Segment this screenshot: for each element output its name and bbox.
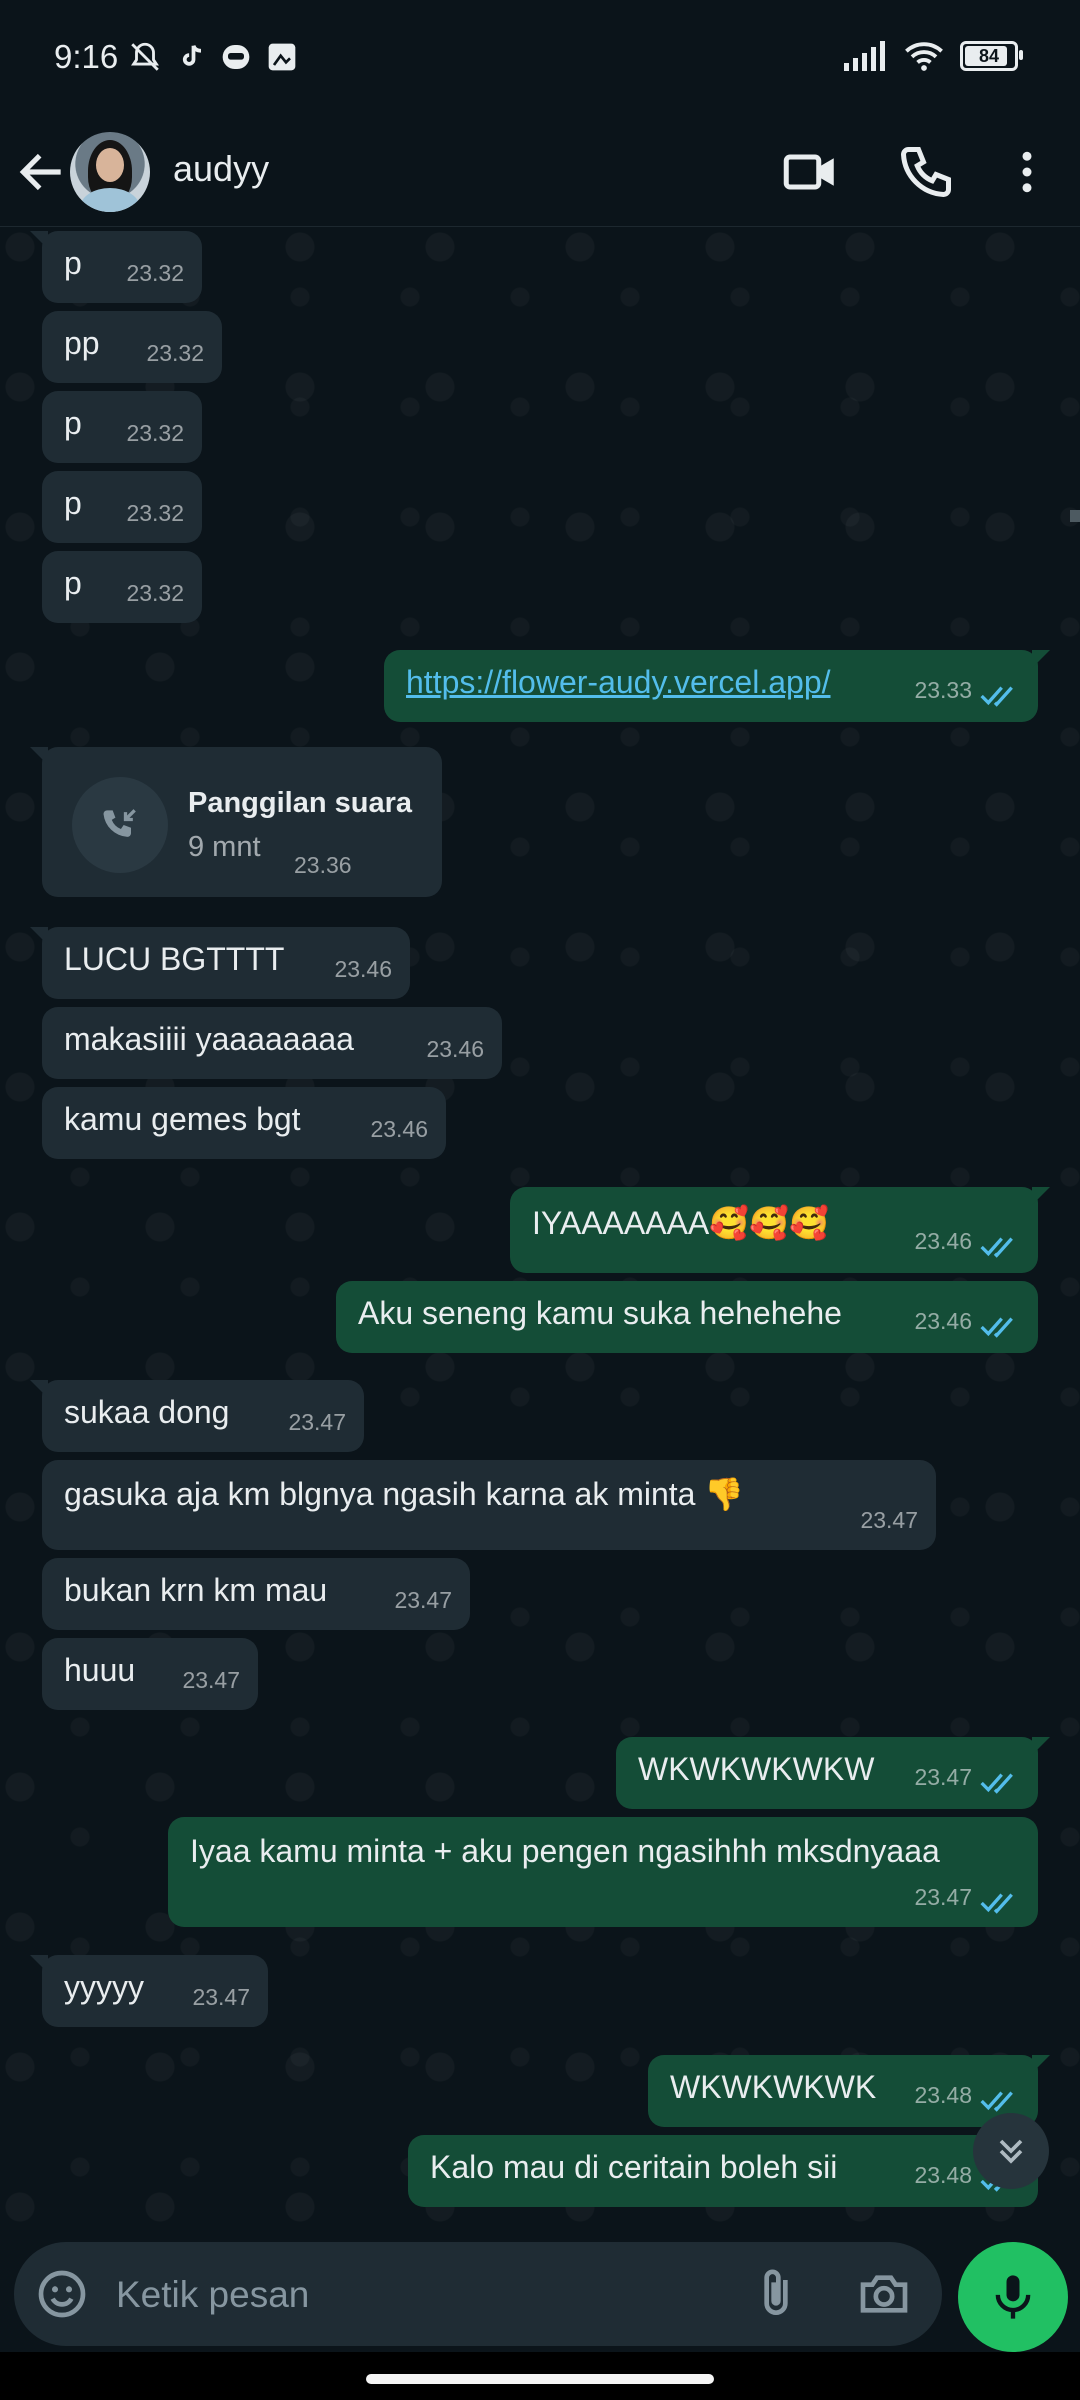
- battery-indicator: 84: [960, 41, 1023, 71]
- voice-call-icon[interactable]: [896, 142, 956, 202]
- message-time: 23.32: [126, 580, 184, 606]
- status-bar: 9:16 84: [0, 0, 1080, 118]
- message-bubble-outgoing[interactable]: WKWKWKWK 23.48: [648, 2055, 1050, 2127]
- message-time: 23.46: [334, 956, 392, 982]
- scroll-to-bottom-button[interactable]: [973, 2113, 1049, 2189]
- message-bubble-incoming[interactable]: kamu gemes bgt 23.46: [42, 1087, 446, 1159]
- message-bubble-outgoing[interactable]: WKWKWKWKW 23.47: [616, 1737, 1050, 1809]
- message-time: 23.47: [914, 1764, 972, 1790]
- signal-icon: [844, 41, 885, 71]
- message-time: 23.47: [860, 1507, 918, 1533]
- message-bubble-incoming[interactable]: yyyyy 23.47: [30, 1955, 268, 2027]
- message-time: 23.46: [914, 1228, 972, 1254]
- message-bubble-incoming[interactable]: p 23.32: [30, 231, 202, 303]
- mute-bell-icon: [131, 42, 159, 71]
- message-time: 23.32: [146, 340, 204, 366]
- contact-name[interactable]: audyy: [173, 148, 269, 190]
- read-ticks-icon: [980, 1317, 1013, 1338]
- message-time: 23.32: [126, 260, 184, 286]
- message-bubble-outgoing[interactable]: IYAAAAAAA🥰🥰🥰 23.46: [510, 1187, 1050, 1273]
- avatar[interactable]: [70, 132, 150, 212]
- message-bubble-outgoing[interactable]: https://flower-audy.vercel.app/ 23.33: [384, 650, 1050, 722]
- message-bubble-incoming[interactable]: p 23.32: [42, 551, 202, 623]
- chat-header: audyy: [0, 118, 1080, 227]
- notification-icons: [128, 40, 298, 74]
- call-title: Panggilan suara: [188, 787, 413, 819]
- message-bubble-incoming[interactable]: p 23.32: [42, 391, 202, 463]
- incoming-call-icon: [103, 809, 136, 837]
- message-link[interactable]: https://flower-audy.vercel.app/: [406, 664, 831, 700]
- message-bubble-outgoing[interactable]: Aku seneng kamu suka hehehehe 23.46: [336, 1281, 1038, 1353]
- message-bubble-outgoing[interactable]: Kalo mau di ceritain boleh sii 23.48: [408, 2135, 1038, 2207]
- voice-call-card[interactable]: Panggilan suara 9 mnt 23.36: [30, 747, 442, 897]
- message-time: 23.47: [394, 1587, 452, 1613]
- message-time: 23.32: [126, 420, 184, 446]
- message-time: 23.33: [914, 677, 972, 703]
- message-app-icon: [222, 45, 250, 69]
- read-ticks-icon: [980, 2091, 1013, 2112]
- home-gesture-pill[interactable]: [366, 2374, 714, 2384]
- message-bubble-incoming[interactable]: sukaa dong 23.47: [30, 1380, 364, 1452]
- system-icons: 84: [844, 40, 1023, 72]
- message-input[interactable]: [114, 2264, 718, 2326]
- call-duration: 9 mnt: [188, 831, 261, 863]
- message-bubble-incoming[interactable]: pp 23.32: [42, 311, 222, 383]
- video-call-icon[interactable]: [780, 142, 840, 202]
- microphone-icon: [995, 2275, 1031, 2319]
- back-arrow-icon[interactable]: [14, 144, 70, 200]
- message-time: 23.47: [192, 1984, 250, 2010]
- message-time: 23.46: [370, 1116, 428, 1142]
- read-ticks-icon: [980, 1893, 1013, 1914]
- camera-icon[interactable]: [856, 2266, 912, 2322]
- voice-message-button[interactable]: [958, 2242, 1068, 2352]
- read-ticks-icon: [980, 1773, 1013, 1794]
- message-bubble-incoming[interactable]: makasiiii yaaaaaaaa 23.46: [42, 1007, 502, 1079]
- message-bubble-incoming[interactable]: LUCU BGTTTT 23.46: [30, 927, 410, 999]
- missed-call-icon-wrap: [72, 777, 168, 873]
- tiktok-icon: [182, 45, 202, 66]
- message-time: 23.46: [914, 1308, 972, 1334]
- message-time: 23.48: [914, 2162, 972, 2188]
- scrollbar[interactable]: [1070, 510, 1080, 522]
- message-time: 23.48: [914, 2082, 972, 2108]
- system-navigation-bar: [0, 2352, 1080, 2400]
- more-options-icon[interactable]: [1000, 142, 1054, 202]
- message-time: 23.47: [182, 1667, 240, 1693]
- message-bubble-incoming[interactable]: p 23.32: [42, 471, 202, 543]
- message-time: 23.47: [288, 1409, 346, 1435]
- message-composer: [14, 2242, 942, 2346]
- message-bubble-incoming[interactable]: bukan krn km mau 23.47: [42, 1558, 470, 1630]
- message-bubble-incoming[interactable]: gasuka aja km blgnya ngasih karna ak min…: [42, 1460, 936, 1550]
- read-ticks-icon: [980, 686, 1013, 707]
- attachment-icon[interactable]: [748, 2266, 804, 2322]
- status-time: 9:16: [54, 38, 119, 75]
- emoji-icon[interactable]: [34, 2266, 90, 2322]
- photo-app-icon: [268, 43, 296, 71]
- message-time: 23.47: [914, 1884, 972, 1910]
- message-bubble-outgoing[interactable]: Iyaa kamu minta + aku pengen ngasihhh mk…: [168, 1817, 1038, 1927]
- message-time: 23.36: [294, 852, 352, 878]
- read-ticks-icon: [980, 1237, 1013, 1258]
- double-chevron-down-icon: [999, 2139, 1023, 2164]
- wifi-icon: [905, 42, 943, 71]
- chat-area[interactable]: p 23.32 pp 23.32 p 23.32 p 23.32 p 23.32…: [0, 227, 1080, 2241]
- message-time: 23.46: [426, 1036, 484, 1062]
- message-bubble-incoming[interactable]: huuu 23.47: [42, 1638, 258, 1710]
- message-time: 23.32: [126, 500, 184, 526]
